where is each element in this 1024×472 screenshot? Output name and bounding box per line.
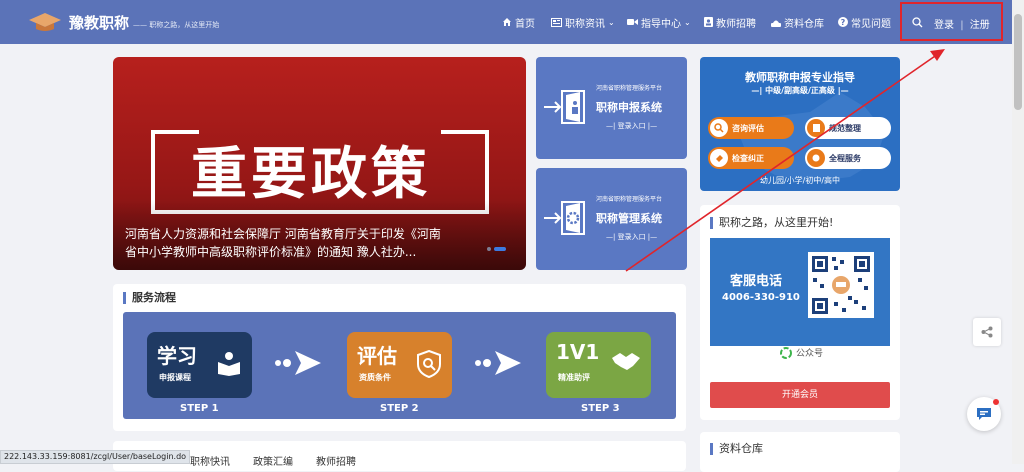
browser-status-url: 222.143.33.159:8081/zcgl/User/baseLogin.… <box>0 450 191 464</box>
annotation-arrow <box>625 49 945 272</box>
